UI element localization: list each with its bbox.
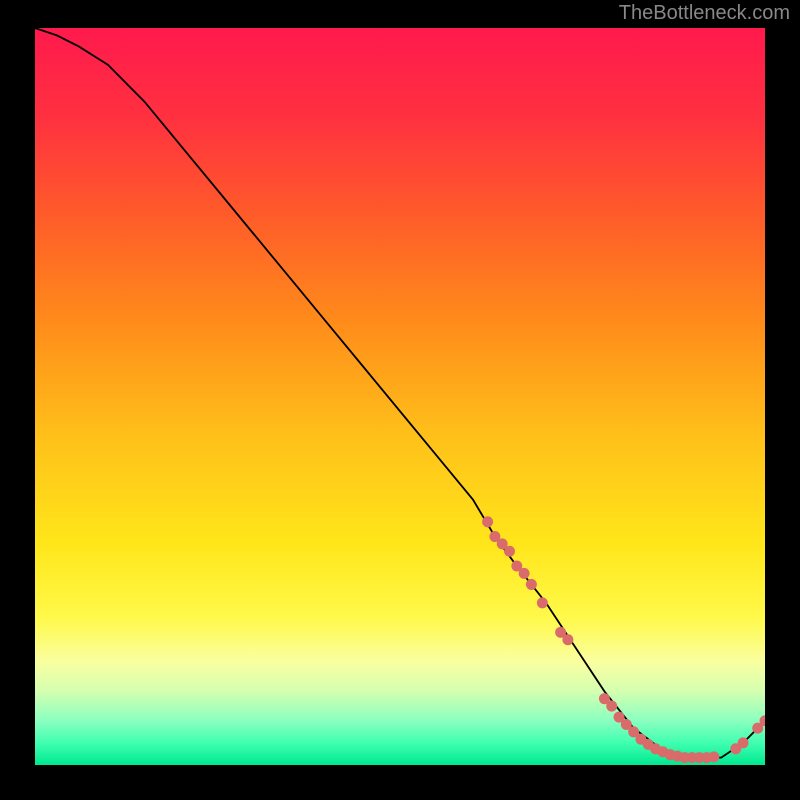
data-point [482, 516, 493, 527]
data-point [738, 737, 749, 748]
data-point [606, 701, 617, 712]
bottleneck-curve [35, 28, 765, 758]
plot-area [35, 28, 765, 765]
data-points [482, 516, 765, 763]
data-point [708, 751, 719, 762]
data-point [537, 597, 548, 608]
chart-svg [35, 28, 765, 765]
data-point [519, 568, 530, 579]
data-point [504, 546, 515, 557]
data-point [526, 579, 537, 590]
watermark-text: TheBottleneck.com [619, 2, 790, 25]
data-point [562, 634, 573, 645]
